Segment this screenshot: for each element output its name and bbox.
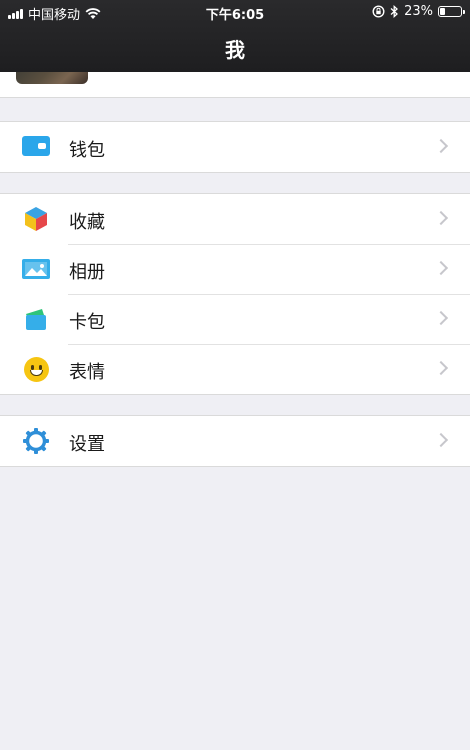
menu-item-label: 卡包 [69, 312, 105, 333]
bluetooth-icon [390, 5, 399, 18]
page-title: 我 [225, 38, 245, 62]
menu-item-label: 收藏 [69, 212, 105, 233]
features-group: 收藏 相册 卡包 表情 [0, 193, 470, 395]
menu-item-album[interactable]: 相册 [0, 244, 470, 294]
battery-percent: 23% [404, 4, 433, 19]
battery-icon [438, 6, 465, 17]
chevron-right-icon [433, 138, 449, 154]
me-screen: 中国移动 下午6:05 23% 我 钱包 收藏 相册 卡包 表情 设置 [0, 0, 470, 750]
chevron-right-icon [433, 260, 449, 276]
menu-item-stickers[interactable]: 表情 [0, 344, 470, 394]
profile-section[interactable] [0, 62, 470, 98]
menu-item-label: 钱包 [69, 140, 105, 161]
wallet-group: 钱包 [0, 121, 470, 173]
chevron-right-icon [433, 210, 449, 226]
emoji-icon [22, 356, 50, 382]
status-right: 23% [372, 4, 465, 19]
rotation-lock-icon [372, 5, 385, 18]
settings-group: 设置 [0, 415, 470, 467]
chevron-right-icon [433, 432, 449, 448]
chevron-right-icon [433, 360, 449, 376]
menu-item-cards[interactable]: 卡包 [0, 294, 470, 344]
chevron-right-icon [433, 310, 449, 326]
menu-item-label: 相册 [69, 262, 105, 283]
menu-item-label: 表情 [69, 362, 105, 383]
menu-item-favorites[interactable]: 收藏 [0, 194, 470, 244]
wallet-icon [22, 134, 50, 160]
menu-item-wallet[interactable]: 钱包 [0, 122, 470, 172]
favorites-cube-icon [22, 206, 50, 232]
album-icon [22, 256, 50, 282]
gear-icon [22, 428, 50, 454]
menu-item-settings[interactable]: 设置 [0, 416, 470, 466]
status-bar: 中国移动 下午6:05 23% [0, 0, 470, 24]
menu-item-label: 设置 [69, 434, 105, 455]
card-pack-icon [22, 306, 50, 332]
top-bar: 中国移动 下午6:05 23% 我 [0, 0, 470, 72]
